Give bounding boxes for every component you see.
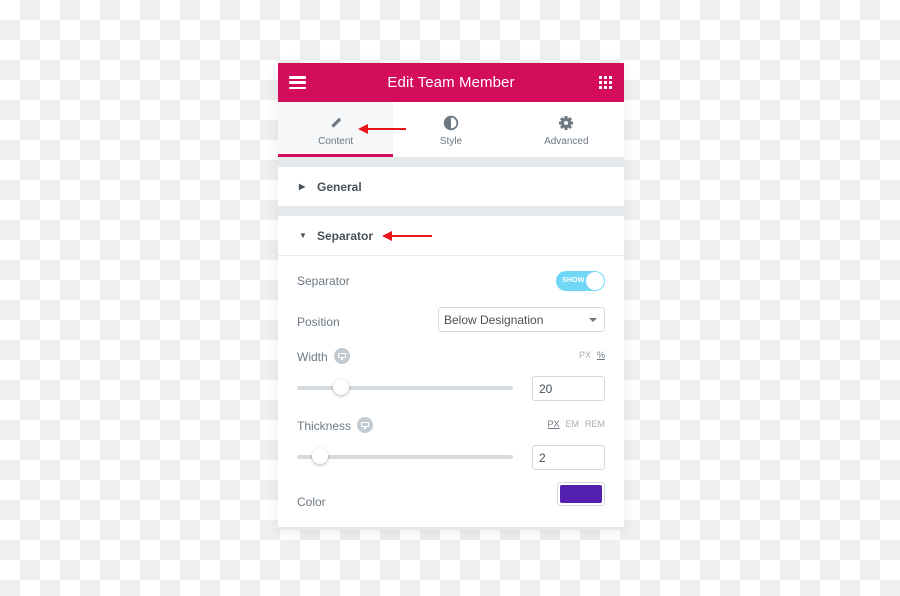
- thickness-units: PX EM REM: [541, 419, 605, 429]
- caret-down-icon: ▼: [299, 231, 307, 240]
- control-width: Width PX% 20: [297, 347, 605, 401]
- thickness-slider[interactable]: [297, 448, 513, 464]
- toggle-text: SHOW: [562, 277, 585, 284]
- thickness-label: Thickness: [297, 419, 352, 433]
- position-select[interactable]: Below Designation: [438, 307, 605, 332]
- separator-label: Separator: [297, 274, 350, 288]
- tab-advanced[interactable]: Advanced: [509, 102, 624, 157]
- annotation-arrow: [382, 231, 432, 241]
- section-general[interactable]: ▶ General: [278, 167, 624, 206]
- separator-toggle[interactable]: SHOW: [556, 271, 605, 291]
- section-general-title: General: [317, 179, 362, 194]
- toggle-knob: [586, 272, 604, 290]
- gear-icon: [559, 115, 574, 130]
- separator-controls: Separator SHOW Position Below Designatio…: [278, 256, 624, 527]
- half-circle-icon: [443, 115, 459, 130]
- slider-handle[interactable]: [333, 379, 349, 395]
- grid-icon[interactable]: [599, 76, 612, 89]
- width-input[interactable]: 20: [532, 376, 605, 401]
- pencil-icon: [330, 117, 341, 128]
- unit-rem[interactable]: REM: [585, 419, 605, 429]
- tab-style-label: Style: [439, 135, 463, 147]
- caret-right-icon: ▶: [299, 182, 306, 191]
- editor-panel: Edit Team Member Content Style Advanced …: [278, 63, 624, 530]
- control-color: Color: [297, 482, 605, 513]
- chevron-down-icon: [589, 318, 597, 322]
- unit-em[interactable]: EM: [566, 419, 580, 429]
- width-label: Width: [297, 350, 328, 364]
- desktop-icon[interactable]: [333, 347, 350, 364]
- desktop-icon[interactable]: [357, 416, 374, 433]
- tab-advanced-label: Advanced: [544, 135, 589, 147]
- position-value: Below Designation: [444, 312, 544, 327]
- slider-handle[interactable]: [312, 448, 328, 464]
- thickness-input[interactable]: 2: [532, 445, 605, 470]
- section-separator-title: Separator: [317, 228, 374, 243]
- width-slider[interactable]: [297, 379, 513, 395]
- tab-content-label: Content: [318, 135, 354, 147]
- tab-style[interactable]: Style: [393, 102, 508, 157]
- width-units: PX%: [573, 350, 605, 360]
- panel-header: Edit Team Member: [278, 63, 624, 102]
- control-position: Position Below Designation: [297, 307, 605, 333]
- color-swatch: [560, 485, 602, 503]
- color-picker[interactable]: [557, 482, 605, 506]
- unit-px[interactable]: PX: [547, 419, 559, 429]
- panel-tabs: Content Style Advanced: [278, 102, 624, 157]
- unit-percent[interactable]: %: [597, 350, 605, 360]
- hamburger-icon[interactable]: [289, 76, 306, 90]
- section-separator[interactable]: ▼ Separator: [278, 216, 624, 255]
- color-label: Color: [297, 495, 326, 509]
- control-thickness: Thickness PX EM REM 2: [297, 416, 605, 470]
- panel-title: Edit Team Member: [387, 74, 515, 91]
- annotation-arrow: [358, 124, 406, 134]
- unit-px[interactable]: PX: [579, 350, 591, 360]
- position-label: Position: [297, 315, 340, 329]
- control-separator: Separator SHOW: [297, 271, 605, 291]
